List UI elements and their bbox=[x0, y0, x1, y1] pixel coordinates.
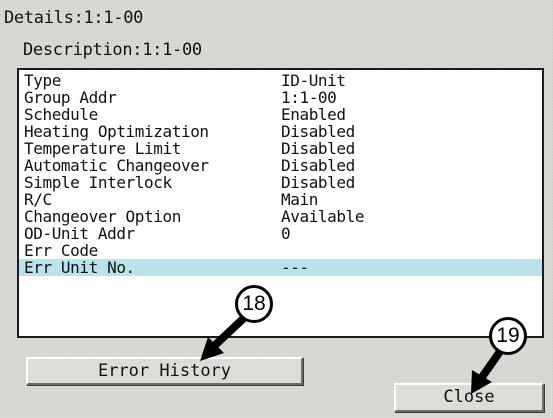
error-history-button[interactable]: Error History bbox=[26, 357, 303, 385]
detail-value: ID-Unit bbox=[281, 71, 346, 90]
detail-value: Available bbox=[281, 207, 365, 226]
detail-label: Schedule bbox=[24, 105, 98, 124]
detail-row-group-addr[interactable]: Group Addr 1:1-00 bbox=[19, 89, 542, 106]
detail-label: Changeover Option bbox=[24, 207, 181, 226]
detail-row-simple-interlock[interactable]: Simple Interlock Disabled bbox=[19, 174, 542, 191]
detail-label: Err Unit No. bbox=[24, 258, 135, 277]
detail-label: Heating Optimization bbox=[24, 122, 209, 141]
detail-row-heating-optimization[interactable]: Heating Optimization Disabled bbox=[19, 123, 542, 140]
detail-value: Disabled bbox=[281, 173, 355, 192]
detail-label: Automatic Changeover bbox=[24, 156, 209, 175]
detail-row-type[interactable]: Type ID-Unit bbox=[19, 72, 542, 89]
details-screen: Details:1:1-00 Description:1:1-00 Type I… bbox=[0, 0, 553, 418]
detail-row-rc[interactable]: R/C Main bbox=[19, 191, 542, 208]
detail-label: Type bbox=[24, 71, 61, 90]
detail-value: Disabled bbox=[281, 122, 355, 141]
detail-value: Enabled bbox=[281, 105, 346, 124]
detail-label: Simple Interlock bbox=[24, 173, 172, 192]
detail-row-schedule[interactable]: Schedule Enabled bbox=[19, 106, 542, 123]
detail-label: R/C bbox=[24, 190, 52, 209]
detail-value: --- bbox=[281, 258, 309, 277]
detail-value: Disabled bbox=[281, 156, 355, 175]
detail-row-od-unit-addr[interactable]: OD-Unit Addr 0 bbox=[19, 225, 542, 242]
detail-label: Group Addr bbox=[24, 88, 117, 107]
detail-row-err-code[interactable]: Err Code bbox=[19, 242, 542, 259]
details-list[interactable]: Type ID-Unit Group Addr 1:1-00 Schedule … bbox=[17, 68, 544, 338]
detail-value: 1:1-00 bbox=[281, 88, 337, 107]
detail-label: OD-Unit Addr bbox=[24, 224, 135, 243]
detail-row-temperature-limit[interactable]: Temperature Limit Disabled bbox=[19, 140, 542, 157]
close-button[interactable]: Close bbox=[394, 383, 544, 412]
detail-value: Disabled bbox=[281, 139, 355, 158]
detail-label: Temperature Limit bbox=[24, 139, 181, 158]
detail-value: 0 bbox=[281, 224, 291, 243]
detail-row-automatic-changeover[interactable]: Automatic Changeover Disabled bbox=[19, 157, 542, 174]
description-label: Description:1:1-00 bbox=[23, 40, 202, 60]
detail-row-changeover-option[interactable]: Changeover Option Available bbox=[19, 208, 542, 225]
detail-label: Err Code bbox=[24, 241, 98, 260]
detail-value: Main bbox=[281, 190, 318, 209]
window-title: Details:1:1-00 bbox=[4, 8, 144, 28]
detail-row-err-unit-no[interactable]: Err Unit No. --- bbox=[19, 259, 542, 276]
